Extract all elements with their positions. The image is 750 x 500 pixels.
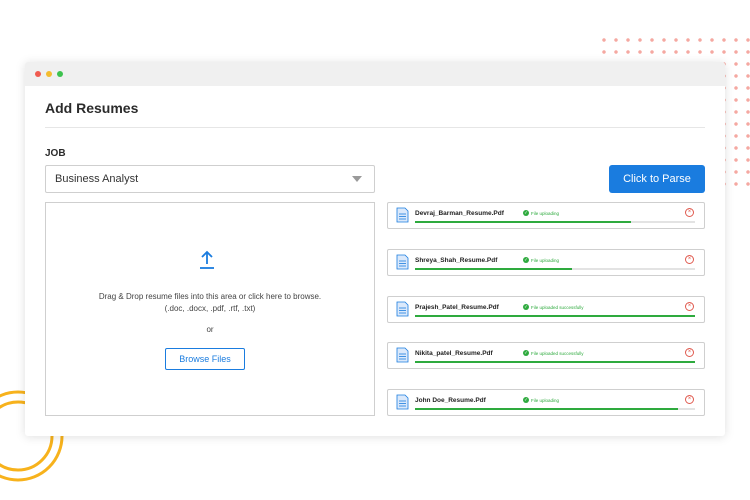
- close-circle-icon[interactable]: ×: [685, 208, 694, 217]
- upload-progress-bar: [415, 221, 695, 223]
- file-name: Shreya_Shah_Resume.Pdf: [415, 257, 498, 264]
- window-close-dot[interactable]: [35, 71, 41, 77]
- job-select-value: Business Analyst: [55, 173, 139, 185]
- file-dropzone[interactable]: Drag & Drop resume files into this area …: [45, 202, 375, 416]
- window-minimize-dot[interactable]: [46, 71, 52, 77]
- document-icon: [396, 394, 409, 410]
- file-status-text: File uploaded successfully: [531, 350, 584, 356]
- close-circle-icon[interactable]: ×: [685, 348, 694, 357]
- check-circle-icon: ✓: [523, 304, 529, 310]
- file-name: John Doe_Resume.Pdf: [415, 397, 486, 404]
- close-circle-icon[interactable]: ×: [685, 302, 694, 311]
- app-window: Add Resumes JOB Business Analyst Click t…: [25, 62, 725, 436]
- file-status-text: File uploading: [531, 210, 560, 216]
- dropzone-instructions: Drag & Drop resume files into this area …: [98, 292, 322, 301]
- upload-progress-fill: [415, 268, 572, 270]
- file-status-text: File uploading: [531, 397, 560, 403]
- file-item: Devraj_Barman_Resume.Pdf ✓ File uploading…: [387, 202, 705, 229]
- chevron-down-icon: [352, 176, 362, 182]
- click-to-parse-button[interactable]: Click to Parse: [609, 165, 705, 193]
- file-status: ✓ File uploading: [523, 397, 559, 403]
- window-titlebar: [25, 62, 725, 86]
- upload-progress-fill: [415, 315, 695, 317]
- job-select[interactable]: Business Analyst: [45, 165, 375, 193]
- close-circle-icon[interactable]: ×: [685, 255, 694, 264]
- file-status: ✓ File uploading: [523, 210, 559, 216]
- browse-files-button[interactable]: Browse Files: [165, 348, 245, 370]
- document-icon: [396, 347, 409, 363]
- dropzone-or: or: [206, 325, 214, 334]
- check-circle-icon: ✓: [523, 210, 529, 216]
- document-icon: [396, 207, 409, 223]
- file-item: Prajesh_Patel_Resume.Pdf ✓ File uploaded …: [387, 296, 705, 323]
- file-status-text: File uploaded successfully: [531, 304, 584, 310]
- file-item: Shreya_Shah_Resume.Pdf ✓ File uploading ×: [387, 249, 705, 276]
- upload-progress-bar: [415, 361, 695, 363]
- file-name: Nikita_patel_Resume.Pdf: [415, 350, 493, 357]
- file-status: ✓ File uploaded successfully: [523, 304, 584, 310]
- upload-arrow-icon: [200, 250, 214, 269]
- upload-progress-bar: [415, 408, 695, 410]
- check-circle-icon: ✓: [523, 350, 529, 356]
- page-title: Add Resumes: [45, 100, 139, 116]
- dropzone-file-types: (.doc, .docx, .pdf, .rtf, .txt): [164, 304, 256, 313]
- file-item: Nikita_patel_Resume.Pdf ✓ File uploaded s…: [387, 342, 705, 369]
- file-status: ✓ File uploading: [523, 257, 559, 263]
- file-status-text: File uploading: [531, 257, 560, 263]
- upload-progress-bar: [415, 315, 695, 317]
- file-item: John Doe_Resume.Pdf ✓ File uploading ×: [387, 389, 705, 416]
- upload-progress-fill: [415, 221, 631, 223]
- check-circle-icon: ✓: [523, 397, 529, 403]
- upload-progress-bar: [415, 268, 695, 270]
- file-name: Prajesh_Patel_Resume.Pdf: [415, 304, 499, 311]
- check-circle-icon: ✓: [523, 257, 529, 263]
- job-label: JOB: [45, 148, 66, 159]
- window-maximize-dot[interactable]: [57, 71, 63, 77]
- document-icon: [396, 254, 409, 270]
- title-divider: [45, 127, 705, 128]
- upload-progress-fill: [415, 361, 695, 363]
- close-circle-icon[interactable]: ×: [685, 395, 694, 404]
- document-icon: [396, 301, 409, 317]
- file-status: ✓ File uploaded successfully: [523, 350, 584, 356]
- upload-progress-fill: [415, 408, 679, 410]
- file-name: Devraj_Barman_Resume.Pdf: [415, 210, 504, 217]
